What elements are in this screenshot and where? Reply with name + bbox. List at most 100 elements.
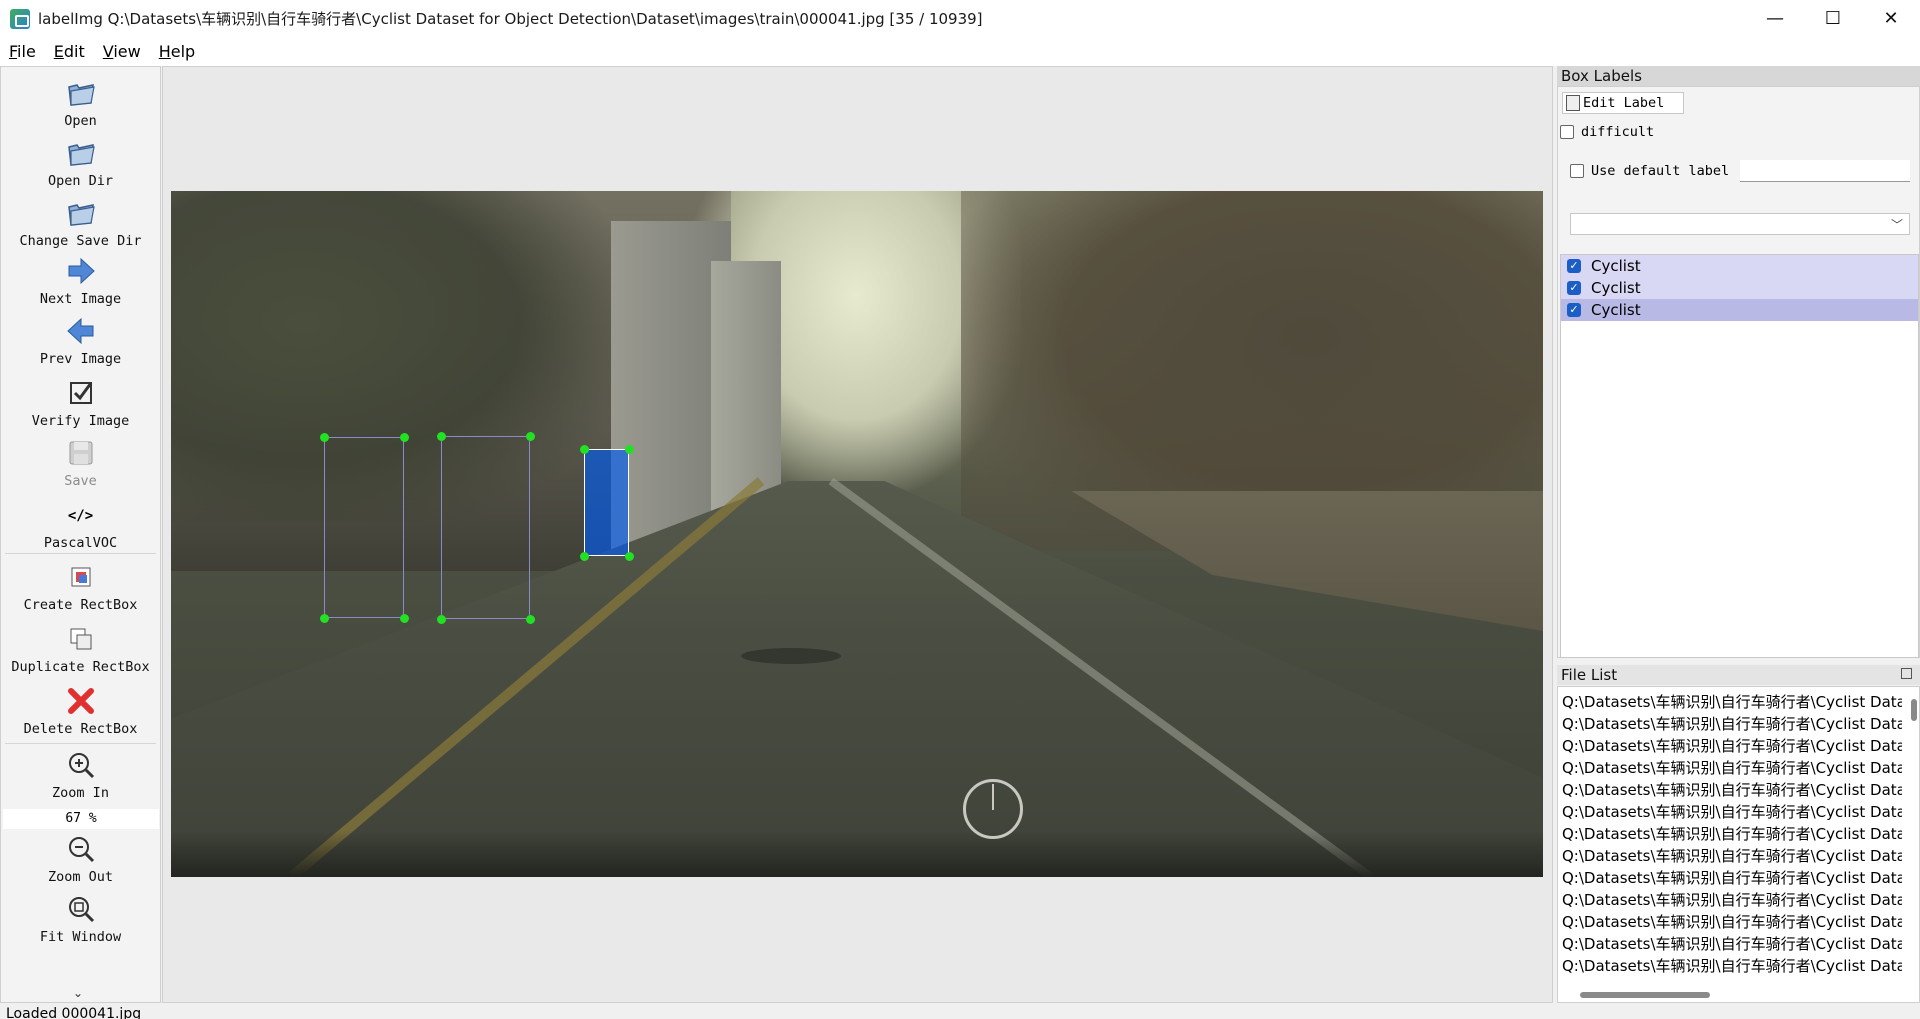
zoom-spinbox[interactable]: 67 % [3,809,159,829]
tools-toolbar: Open Open Dir Change Save Dir Next Image… [0,66,161,1003]
folder-open-icon [67,144,95,166]
zoom-in-button[interactable]: Zoom In [1,749,160,801]
default-label-input[interactable] [1740,160,1910,182]
image-canvas[interactable] [162,66,1553,1003]
window-title: labelImg Q:\Datasets\车辆识别\自行车骑行者\Cyclist… [38,10,983,28]
file-list-item[interactable]: Q:\Datasets\车辆识别\自行车骑行者\Cyclist Data [1562,823,1902,845]
create-box-icon [71,567,90,587]
toolbar-separator [5,743,156,744]
maximize-button[interactable]: ☐ [1804,0,1862,37]
box-vertex-handle[interactable] [525,431,535,441]
file-list-item[interactable]: Q:\Datasets\车辆识别\自行车骑行者\Cyclist Data [1562,955,1902,977]
zoom-in-icon [68,753,94,779]
box-vertex-handle[interactable] [525,614,535,624]
image-car-hood [171,831,1543,877]
file-list-item[interactable]: Q:\Datasets\车辆识别\自行车骑行者\Cyclist Data [1562,845,1902,867]
status-bar: Loaded 000041.jpg [0,1003,1920,1019]
checkbox-box[interactable] [1560,125,1574,139]
menu-edit[interactable]: Edit [45,42,94,61]
menu-bar: File Edit View Help [0,37,1920,66]
label-list-item[interactable]: ✓ Cyclist [1561,255,1918,277]
label-list[interactable]: ✓ Cyclist ✓ Cyclist ✓ Cyclist [1560,254,1919,658]
folder-open-icon [67,204,95,226]
box-vertex-handle[interactable] [436,431,446,441]
box-vertex-handle[interactable] [624,551,634,561]
delete-x-icon [67,688,94,714]
file-list[interactable]: Q:\Datasets\车辆识别\自行车骑行者\Cyclist Data Q:\… [1557,686,1920,1003]
checked-checkbox-icon[interactable]: ✓ [1567,259,1581,273]
next-image-button[interactable]: Next Image [1,255,160,307]
difficult-checkbox[interactable]: difficult [1560,124,1654,140]
box-vertex-handle[interactable] [436,614,446,624]
box-vertex-handle[interactable] [319,432,329,442]
labelimg-app-icon [10,8,30,29]
file-list-item[interactable]: Q:\Datasets\车辆识别\自行车骑行者\Cyclist Data [1562,867,1902,889]
dock-float-icon[interactable] [1901,668,1912,679]
checked-checkbox-icon[interactable]: ✓ [1567,303,1581,317]
box-vertex-handle[interactable] [319,613,329,623]
file-list-item[interactable]: Q:\Datasets\车辆识别\自行车骑行者\Cyclist Data [1562,691,1902,713]
open-dir-button[interactable]: Open Dir [1,137,160,189]
checkbox-box[interactable] [1570,164,1584,178]
box-vertex-handle[interactable] [399,432,409,442]
file-list-dock-title: File List [1557,665,1920,685]
vertical-scrollbar[interactable] [1911,699,1917,721]
file-list-item[interactable]: Q:\Datasets\车辆识别\自行车骑行者\Cyclist Data [1562,757,1902,779]
edit-label-button[interactable]: Edit Label [1562,92,1684,114]
horizontal-scrollbar[interactable] [1580,992,1710,998]
image-car-emblem [963,779,1023,839]
minimize-button[interactable]: — [1746,0,1804,37]
code-tag-icon: </> [67,508,94,524]
annotated-image[interactable] [171,191,1543,877]
use-default-label-checkbox[interactable]: Use default label [1570,163,1729,179]
duplicate-rectbox-button[interactable]: Duplicate RectBox [1,623,160,675]
box-vertex-handle[interactable] [579,551,589,561]
file-list-item[interactable]: Q:\Datasets\车辆识别\自行车骑行者\Cyclist Data [1562,801,1902,823]
label-list-item[interactable]: ✓ Cyclist [1561,277,1918,299]
chevron-down-icon: ﹀ [1890,218,1903,232]
verify-image-button[interactable]: Verify Image [1,377,160,429]
file-list-item[interactable]: Q:\Datasets\车辆识别\自行车骑行者\Cyclist Data [1562,911,1902,933]
box-labels-panel: Edit Label difficult Use default label ﹀… [1557,86,1920,658]
folder-open-icon [67,84,95,106]
bounding-box-cyclist-selected[interactable] [584,449,629,556]
format-toggle-button[interactable]: </> PascalVOC [1,499,160,551]
toolbar-separator [5,553,156,554]
checked-checkbox-icon[interactable]: ✓ [1567,281,1581,295]
fit-window-icon [68,897,94,923]
file-list-item[interactable]: Q:\Datasets\车辆识别\自行车骑行者\Cyclist Data [1562,889,1902,911]
box-vertex-handle[interactable] [399,613,409,623]
toolbar-overflow-chevron-icon[interactable]: ⌄ [73,986,83,1000]
arrow-right-icon [68,257,95,285]
file-list-item[interactable]: Q:\Datasets\车辆识别\自行车骑行者\Cyclist Data [1562,933,1902,955]
menu-file[interactable]: File [0,42,45,61]
title-bar: labelImg Q:\Datasets\车辆识别\自行车骑行者\Cyclist… [0,0,1920,37]
bounding-box-cyclist[interactable] [441,436,530,619]
duplicate-icon [70,628,91,650]
prev-image-button[interactable]: Prev Image [1,315,160,367]
arrow-left-icon [66,317,93,345]
open-button[interactable]: Open [1,77,160,129]
file-list-item[interactable]: Q:\Datasets\车辆识别\自行车骑行者\Cyclist Data [1562,735,1902,757]
change-save-dir-button[interactable]: Change Save Dir [1,197,160,249]
save-button[interactable]: Save [1,437,160,489]
label-list-item-selected[interactable]: ✓ Cyclist [1561,299,1918,321]
zoom-out-button[interactable]: Zoom Out [1,833,160,885]
file-list-item[interactable]: Q:\Datasets\车辆识别\自行车骑行者\Cyclist Data [1562,713,1902,735]
fit-window-button[interactable]: Fit Window [1,893,160,945]
window-controls: — ☐ ✕ [1746,0,1920,37]
create-rectbox-button[interactable]: Create RectBox [1,561,160,613]
bounding-box-cyclist[interactable] [324,437,404,618]
label-filter-combobox[interactable]: ﹀ [1570,213,1910,235]
zoom-out-icon [68,837,94,863]
file-list-item[interactable]: Q:\Datasets\车辆识别\自行车骑行者\Cyclist Data [1562,779,1902,801]
menu-help[interactable]: Help [150,42,204,61]
box-vertex-handle[interactable] [624,444,634,454]
box-labels-dock-title: Box Labels [1557,66,1920,86]
box-vertex-handle[interactable] [579,444,589,454]
close-button[interactable]: ✕ [1862,0,1920,37]
edit-pencil-icon [1566,95,1580,111]
save-disk-icon [69,441,92,465]
menu-view[interactable]: View [94,42,150,61]
delete-rectbox-button[interactable]: Delete RectBox [1,685,160,737]
